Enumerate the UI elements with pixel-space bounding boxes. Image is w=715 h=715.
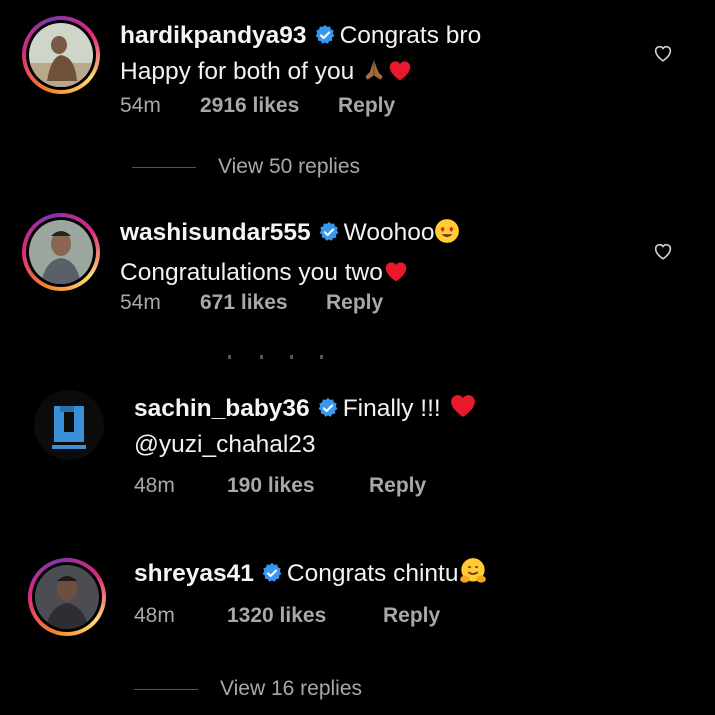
comment-body: shreyas41 Congrats chintu bbox=[134, 556, 487, 596]
folded-hands-emoji bbox=[361, 57, 387, 94]
comment-body: sachin_baby36 Finally !!! @yuzi_chahal23 bbox=[134, 390, 478, 463]
reply-button[interactable]: Reply bbox=[338, 94, 395, 118]
comment-meta: 54m 671 likes Reply bbox=[120, 291, 383, 315]
comment-text: Congrats bro bbox=[339, 22, 482, 49]
likes-count[interactable]: 1320 likes bbox=[227, 604, 383, 628]
comment-meta: 48m 1320 likes Reply bbox=[134, 604, 440, 628]
avatar[interactable] bbox=[22, 16, 100, 94]
view-replies-button[interactable]: View 16 replies bbox=[134, 677, 362, 701]
view-replies-label: View 16 replies bbox=[220, 677, 363, 700]
comment-text: Congrats chintu bbox=[286, 560, 459, 587]
timestamp: 54m bbox=[120, 291, 161, 314]
comment-body: hardikpandya93 Congrats bro Happy for bot… bbox=[120, 18, 481, 94]
verified-badge-icon bbox=[318, 221, 340, 243]
clipped-view-replies bbox=[220, 355, 330, 361]
comment-meta: 54m 2916 likes Reply bbox=[120, 94, 395, 118]
timestamp: 54m bbox=[120, 94, 161, 117]
timestamp: 48m bbox=[134, 604, 175, 627]
heart-eyes-emoji bbox=[434, 218, 460, 255]
view-replies-button[interactable]: View 50 replies bbox=[132, 155, 360, 179]
like-heart-icon[interactable] bbox=[652, 240, 674, 262]
comment-text: Finally !!! bbox=[342, 395, 441, 422]
comment-body: washisundar555 Woohoo Congratulations you… bbox=[120, 215, 460, 291]
reply-button[interactable]: Reply bbox=[383, 604, 440, 628]
username[interactable]: washisundar555 bbox=[120, 219, 311, 246]
like-heart-icon[interactable] bbox=[652, 42, 674, 64]
hugging-face-emoji bbox=[459, 557, 487, 596]
likes-count[interactable]: 190 likes bbox=[227, 474, 369, 498]
username[interactable]: sachin_baby36 bbox=[134, 395, 310, 422]
divider-line bbox=[132, 166, 196, 168]
avatar-photo bbox=[29, 220, 93, 284]
logo-avatar bbox=[34, 390, 104, 460]
avatar[interactable] bbox=[28, 558, 106, 636]
comment-text-line2: Happy for both of you bbox=[120, 58, 355, 85]
likes-count[interactable]: 671 likes bbox=[200, 291, 326, 315]
username[interactable]: hardikpandya93 bbox=[120, 22, 307, 49]
comment-text-line2: Congratulations you two bbox=[120, 259, 383, 286]
avatar-photo bbox=[29, 23, 93, 87]
likes-count[interactable]: 2916 likes bbox=[200, 94, 338, 118]
red-heart-emoji bbox=[448, 390, 478, 420]
username[interactable]: shreyas41 bbox=[134, 560, 254, 587]
avatar[interactable] bbox=[30, 386, 108, 464]
verified-badge-icon bbox=[317, 397, 339, 419]
verified-badge-icon bbox=[261, 562, 283, 584]
reply-button[interactable]: Reply bbox=[369, 474, 426, 498]
red-heart-emoji bbox=[383, 258, 409, 284]
reply-button[interactable]: Reply bbox=[326, 291, 383, 315]
divider-line bbox=[134, 688, 198, 690]
comment-text: Woohoo bbox=[343, 219, 435, 246]
timestamp: 48m bbox=[134, 474, 175, 497]
view-replies-label: View 50 replies bbox=[218, 155, 361, 178]
red-heart-emoji bbox=[387, 57, 413, 83]
mention-link[interactable]: @yuzi_chahal23 bbox=[134, 431, 316, 458]
verified-badge-icon bbox=[314, 24, 336, 46]
avatar[interactable] bbox=[22, 213, 100, 291]
comment-meta: 48m 190 likes Reply bbox=[134, 474, 426, 498]
avatar-photo bbox=[35, 565, 99, 629]
